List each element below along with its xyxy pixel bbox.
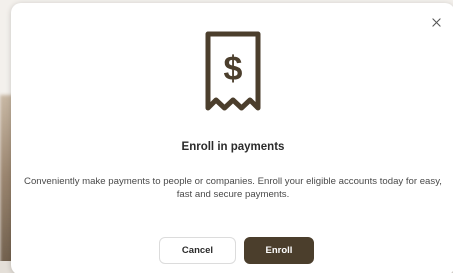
close-icon [431, 17, 441, 27]
cancel-button[interactable]: Cancel [159, 237, 236, 264]
close-button[interactable] [429, 15, 443, 29]
receipt-dollar-icon: $ [205, 31, 261, 111]
dialog-actions: Cancel Enroll [11, 237, 453, 264]
svg-text:$: $ [224, 50, 243, 88]
dialog-description: Conveniently make payments to people or … [24, 176, 442, 200]
enroll-button[interactable]: Enroll [244, 237, 314, 264]
dialog-title: Enroll in payments [181, 141, 285, 153]
enroll-payments-dialog: $ Enroll in payments Conveniently make p… [11, 3, 453, 273]
